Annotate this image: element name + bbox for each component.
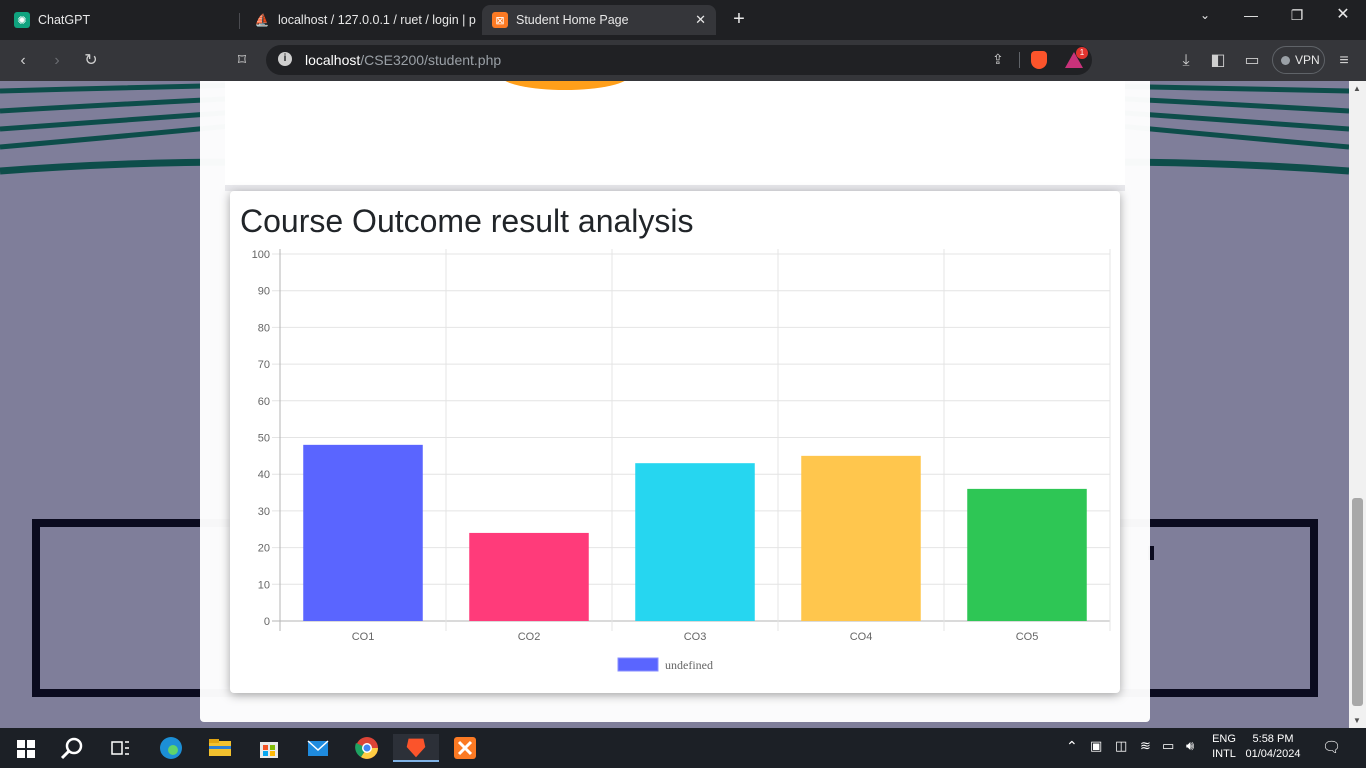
bar-co1 [303, 444, 423, 621]
sidebar-icon[interactable]: ◧ [1205, 48, 1231, 74]
brave-shields-icon[interactable] [1031, 51, 1047, 69]
legend-swatch [617, 657, 659, 672]
y-tick-label: 100 [252, 249, 270, 261]
site-info-icon[interactable]: i [278, 52, 292, 66]
bar-co5 [967, 488, 1087, 621]
volume-icon[interactable]: 🔊︎ [1186, 738, 1194, 754]
previous-chart-card [225, 81, 1125, 185]
y-tick-label: 40 [258, 469, 270, 481]
rewards-badge: 1 [1076, 47, 1088, 59]
y-tick-label: 70 [258, 359, 270, 371]
search-icon[interactable] [58, 734, 86, 762]
file-explorer-icon[interactable] [206, 734, 234, 762]
mail-icon[interactable] [304, 734, 332, 762]
scrollbar-thumb[interactable] [1352, 498, 1363, 706]
display-icon[interactable]: ◫ [1115, 738, 1127, 754]
meet-now-icon[interactable]: ▣ [1090, 738, 1102, 754]
back-button[interactable]: ‹ [10, 48, 36, 74]
legend-label: undefined [665, 658, 713, 672]
y-tick-label: 10 [258, 579, 270, 591]
wifi-icon[interactable]: ≋ [1140, 738, 1151, 754]
page-viewport: Course Outcome result analysis 0 10 20 30 40… [0, 81, 1349, 728]
tab-student-home[interactable]: ⊠ Student Home Page ✕ [482, 5, 716, 35]
pie-chart-fragment [500, 81, 630, 90]
x-tick-label: CO2 [518, 631, 541, 643]
y-tick-label: 20 [258, 543, 270, 555]
xampp-taskbar-icon[interactable] [451, 734, 479, 762]
microsoft-store-icon[interactable] [255, 734, 283, 762]
share-icon[interactable]: ⇪ [992, 51, 1004, 68]
y-tick-label: 60 [258, 396, 270, 408]
x-tick-label: CO1 [352, 631, 375, 643]
vpn-button[interactable]: VPN [1272, 46, 1325, 74]
y-tick-label: 90 [258, 286, 270, 298]
tray-overflow-icon[interactable]: ⌃ [1066, 738, 1078, 755]
tab-label: Student Home Page [516, 13, 629, 27]
tab-label: ChatGPT [38, 13, 91, 27]
bar-co4 [801, 455, 921, 621]
address-bar[interactable]: i localhost/CSE3200/student.php ⇪ 1 [266, 45, 1092, 75]
bookmark-icon[interactable]: ⌑ [229, 48, 255, 74]
phpmyadmin-icon: ⛵ [254, 13, 270, 27]
xampp-icon: ⊠ [492, 12, 508, 28]
edge-icon[interactable] [157, 734, 185, 762]
y-tick-label: 50 [258, 433, 270, 445]
browser-toolbar: ‹ › ↻ ⌑ i localhost/CSE3200/student.php … [0, 40, 1366, 81]
notification-icon[interactable]: 🗨︎ [1322, 738, 1341, 756]
bar-chart: 0 10 20 30 40 50 60 70 80 90 100 CO1 CO2 CO3 CO4 CO5 und… [252, 249, 1111, 672]
minimize-button[interactable]: — [1228, 0, 1274, 30]
battery-icon[interactable]: ▭ [1162, 738, 1174, 754]
reload-button[interactable]: ↻ [78, 48, 104, 74]
wallet-icon[interactable]: ▭ [1239, 48, 1265, 74]
clock[interactable]: 5:58 PM 01/04/2024 [1244, 733, 1302, 760]
tab-search-icon[interactable]: ⌄ [1182, 0, 1228, 30]
y-tick-label: 80 [258, 322, 270, 334]
chrome-icon[interactable] [353, 734, 381, 762]
x-tick-label: CO4 [850, 631, 873, 643]
url-text[interactable]: localhost/CSE3200/student.php [305, 52, 501, 68]
y-tick-label: 30 [258, 506, 270, 518]
scroll-up-arrow-icon[interactable]: ▲ [1353, 84, 1361, 93]
chatgpt-icon: ✺ [14, 12, 30, 28]
co-analysis-card: Course Outcome result analysis 0 10 20 30 40… [230, 191, 1120, 693]
download-icon[interactable]: ⤓ [1173, 48, 1199, 74]
close-tab-icon[interactable]: ✕ [695, 12, 706, 28]
task-view-icon[interactable] [106, 734, 134, 762]
forward-button[interactable]: › [44, 48, 70, 74]
y-tick-label: 0 [264, 616, 270, 628]
tab-bar: ✺ ChatGPT ⛵ localhost / 127.0.0.1 / ruet… [0, 0, 1366, 40]
menu-icon[interactable]: ≡ [1331, 48, 1357, 74]
x-tick-label: CO5 [1016, 631, 1039, 643]
page-scrollbar[interactable]: ▲ ▼ [1349, 81, 1366, 728]
scroll-down-arrow-icon[interactable]: ▼ [1353, 716, 1361, 725]
windows-taskbar: ⌃ ▣ ◫ ≋ ▭ 🔊︎ ENG INTL 5:58 PM 01/04/2024… [0, 728, 1366, 768]
restore-button[interactable]: ❐ [1274, 0, 1320, 30]
tab-phpmyadmin[interactable]: ⛵ localhost / 127.0.0.1 / ruet / login |… [244, 5, 480, 35]
tab-chatgpt[interactable]: ✺ ChatGPT [4, 5, 240, 35]
x-tick-label: CO3 [684, 631, 707, 643]
new-tab-button[interactable]: + [728, 8, 750, 30]
close-window-button[interactable]: ✕ [1320, 0, 1366, 30]
windows-start-icon[interactable] [12, 734, 40, 762]
brave-taskbar-icon[interactable] [393, 734, 439, 762]
bar-co3 [635, 463, 755, 621]
bar-co2 [469, 532, 589, 621]
language-indicator[interactable]: ENG INTL [1211, 733, 1237, 760]
tab-label: localhost / 127.0.0.1 / ruet / login | p [278, 13, 476, 27]
